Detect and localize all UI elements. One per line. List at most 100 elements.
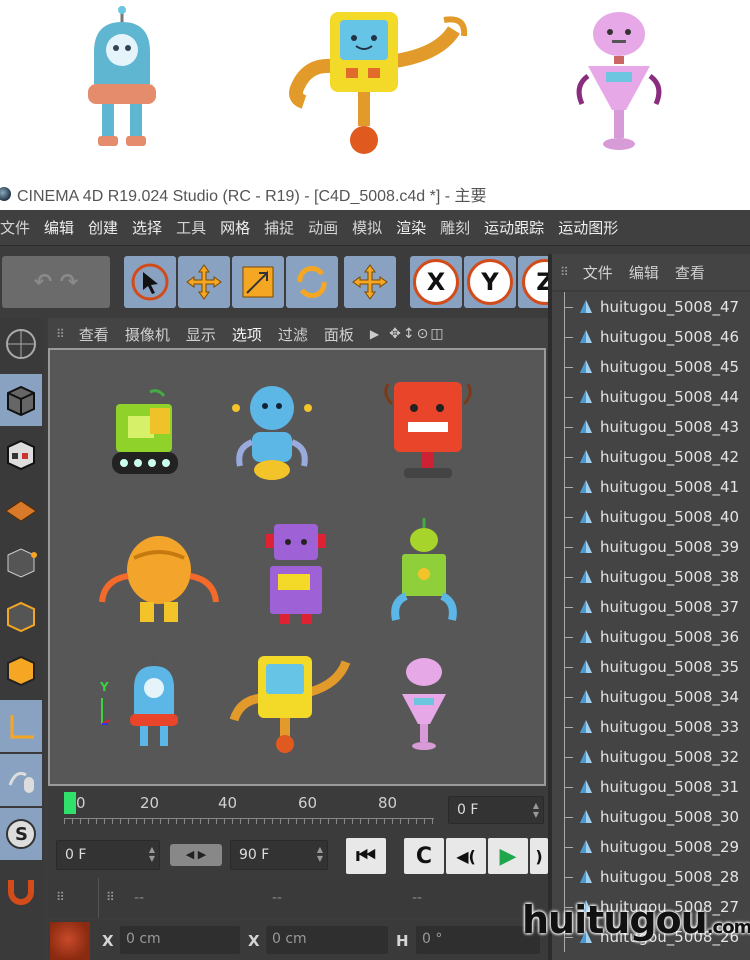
points-mode-button[interactable] (0, 536, 42, 588)
position-x-field[interactable]: 0 cm (120, 926, 240, 954)
menu-sculpt[interactable]: 雕刻 (440, 217, 478, 238)
scale-tool-button[interactable] (232, 256, 284, 308)
model-mode-button[interactable] (0, 374, 42, 426)
menu-motion-tracking[interactable]: 运动跟踪 (484, 217, 552, 238)
snap-button[interactable]: S (0, 808, 42, 860)
object-row[interactable]: huitugou_5008_37 (552, 592, 750, 622)
object-manager-list[interactable]: huitugou_5008_47 huitugou_5008_46 huitugou… (552, 292, 750, 960)
viewport-menu-filter[interactable]: 过滤 (278, 324, 308, 345)
move-tool-button[interactable] (178, 256, 230, 308)
menu-animate[interactable]: 动画 (308, 217, 346, 238)
texture-mode-button[interactable] (0, 428, 42, 480)
object-name: huitugou_5008_43 (600, 418, 740, 436)
object-name: huitugou_5008_39 (600, 538, 740, 556)
viewport-menu-cameras[interactable]: 摄像机 (125, 324, 170, 345)
z-axis-button[interactable]: Z (518, 256, 552, 308)
object-row[interactable]: huitugou_5008_30 (552, 802, 750, 832)
object-row[interactable]: huitugou_5008_32 (552, 742, 750, 772)
blue-ball-robot (232, 386, 312, 480)
object-row[interactable]: huitugou_5008_29 (552, 832, 750, 862)
menu-create[interactable]: 创建 (88, 217, 126, 238)
viewport-menu-panel[interactable]: 面板 (324, 324, 354, 345)
rotate-tool-button[interactable] (286, 256, 338, 308)
object-row[interactable]: huitugou_5008_43 (552, 412, 750, 442)
range-slider[interactable]: ◀ ▶ (170, 844, 222, 866)
size-x-field[interactable]: 0 cm (266, 926, 388, 954)
menu-render[interactable]: 渲染 (396, 217, 434, 238)
y-axis-button[interactable]: Y (464, 256, 516, 308)
menu-simulate[interactable]: 模拟 (352, 217, 390, 238)
menu-edit[interactable]: 编辑 (44, 217, 82, 238)
object-row[interactable]: huitugou_5008_47 (552, 292, 750, 322)
axis-mode-button[interactable] (0, 700, 42, 752)
tick-40: 40 (218, 794, 238, 812)
previous-key-button[interactable]: C (404, 838, 444, 874)
step-forward-button[interactable]: ) (530, 838, 548, 874)
menu-mesh[interactable]: 网格 (220, 217, 258, 238)
current-frame-field[interactable]: 0 F ▲ ▼ (448, 796, 544, 824)
object-row[interactable]: huitugou_5008_33 (552, 712, 750, 742)
tweak-mode-button[interactable] (0, 754, 42, 806)
null-object-icon (580, 750, 592, 763)
play-button[interactable]: ▶ (488, 838, 528, 874)
object-row[interactable]: huitugou_5008_41 (552, 472, 750, 502)
menu-mograph[interactable]: 运动图形 (558, 217, 626, 238)
coords-header-dash-1: -- (134, 890, 145, 906)
viewport-menu-options[interactable]: 选项 (232, 324, 262, 345)
om-menu-file[interactable]: 文件 (583, 262, 613, 283)
viewport-menu-display[interactable]: 显示 (186, 324, 216, 345)
object-row[interactable]: huitugou_5008_36 (552, 622, 750, 652)
object-row[interactable]: huitugou_5008_44 (552, 382, 750, 412)
step-back-button[interactable]: ◀( (446, 838, 486, 874)
object-row[interactable]: huitugou_5008_45 (552, 352, 750, 382)
magnet-button[interactable] (0, 864, 42, 916)
tree-connector (564, 622, 578, 652)
x-axis-button[interactable]: X (410, 256, 462, 308)
end-frame-field[interactable]: 90 F ▲ ▼ (230, 840, 328, 870)
go-to-start-icon: ⏮ (356, 843, 376, 869)
timeline-ruler[interactable]: 0 20 40 60 80 0 F ▲ ▼ (48, 788, 548, 830)
edges-mode-button[interactable] (0, 590, 42, 642)
panel-divider[interactable] (548, 254, 552, 960)
null-object-icon (580, 630, 592, 643)
object-row[interactable]: huitugou_5008_39 (552, 532, 750, 562)
size-x-value: 0 cm (272, 931, 307, 947)
stepper-arrows-icon[interactable]: ▲ ▼ (533, 801, 539, 819)
menu-snap[interactable]: 捕捉 (264, 217, 302, 238)
undo-button[interactable]: ↶ ↷ (2, 256, 110, 308)
object-row[interactable]: huitugou_5008_46 (552, 322, 750, 352)
object-row[interactable]: huitugou_5008_40 (552, 502, 750, 532)
object-row[interactable]: huitugou_5008_35 (552, 652, 750, 682)
object-row[interactable]: huitugou_5008_31 (552, 772, 750, 802)
previous-key-icon: C (415, 843, 433, 869)
live-move-button[interactable] (344, 256, 396, 308)
3d-viewport[interactable]: Y (48, 348, 546, 786)
select-tool-button[interactable] (124, 256, 176, 308)
null-object-icon (580, 720, 592, 733)
more-arrow-icon[interactable]: ▶ (370, 327, 379, 341)
menu-file[interactable]: 文件 (0, 217, 38, 238)
pink-funnel-robot (402, 658, 446, 750)
start-frame-field[interactable]: 0 F ▲ ▼ (56, 840, 160, 870)
stepper-arrows-icon[interactable]: ▲ ▼ (149, 845, 155, 863)
object-row[interactable]: huitugou_5008_28 (552, 862, 750, 892)
playhead-marker[interactable] (64, 792, 76, 814)
menu-tools[interactable]: 工具 (176, 217, 214, 238)
material-swatch[interactable] (50, 922, 90, 960)
workplane-button[interactable] (0, 482, 42, 534)
sculpt-button[interactable] (0, 318, 42, 370)
polygons-mode-button[interactable] (0, 644, 42, 696)
om-menu-view[interactable]: 查看 (675, 262, 705, 283)
object-row[interactable]: huitugou_5008_38 (552, 562, 750, 592)
stepper-arrows-icon[interactable]: ▲ ▼ (317, 845, 323, 863)
object-name: huitugou_5008_46 (600, 328, 740, 346)
viewport-nav-icons[interactable]: ✥↕⊙◫ (389, 326, 445, 342)
object-row[interactable]: huitugou_5008_34 (552, 682, 750, 712)
null-object-icon (580, 300, 592, 313)
om-menu-edit[interactable]: 编辑 (629, 262, 659, 283)
menu-select[interactable]: 选择 (132, 217, 170, 238)
tick-80: 80 (378, 794, 398, 812)
go-to-start-button[interactable]: ⏮ (346, 838, 386, 874)
viewport-menu-view[interactable]: 查看 (79, 324, 109, 345)
object-row[interactable]: huitugou_5008_42 (552, 442, 750, 472)
